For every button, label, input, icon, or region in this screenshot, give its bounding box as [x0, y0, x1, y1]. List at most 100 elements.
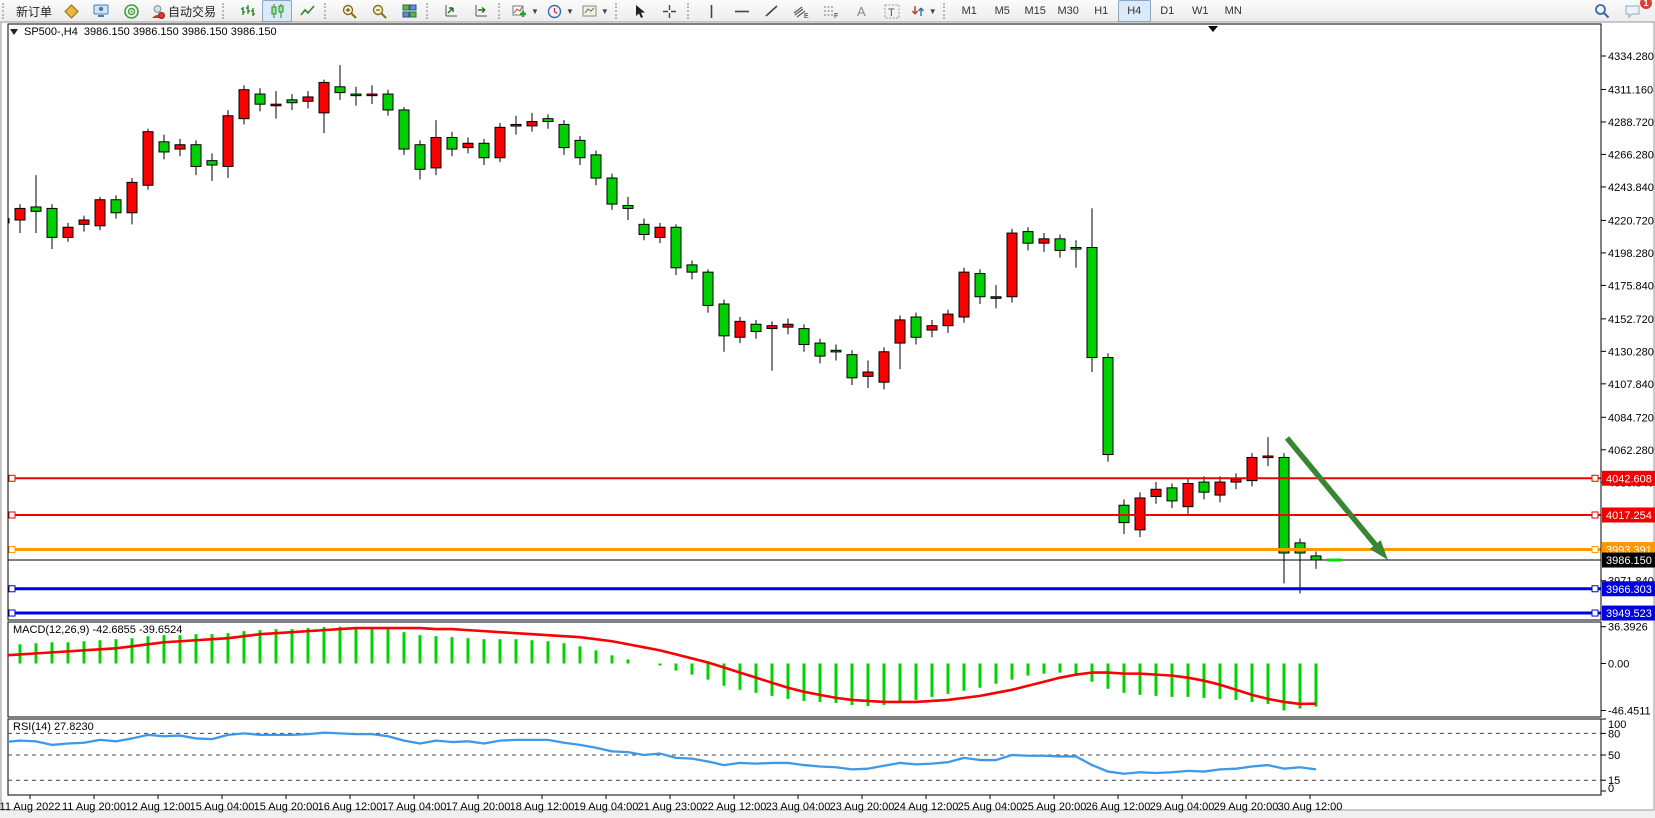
candle [895, 320, 905, 343]
svg-text:-46.4511: -46.4511 [1608, 705, 1651, 717]
candle [799, 329, 809, 345]
svg-text:4243.840: 4243.840 [1608, 182, 1654, 194]
date-label: 22 Aug 12:00 [702, 801, 767, 813]
candle [319, 82, 329, 112]
candle [287, 100, 297, 103]
svg-text:4266.280: 4266.280 [1608, 149, 1654, 161]
candle [1279, 457, 1289, 553]
candle [303, 97, 313, 101]
date-label: 25 Aug 20:00 [1022, 801, 1087, 813]
candle [1039, 239, 1049, 243]
candle [191, 145, 201, 167]
candle [991, 297, 1001, 299]
candle [527, 122, 537, 126]
last-price-dash [1327, 559, 1342, 562]
svg-text:4311.160: 4311.160 [1608, 84, 1653, 96]
date-label: 23 Aug 20:00 [830, 801, 895, 813]
candle [479, 143, 489, 157]
svg-text:3949.523: 3949.523 [1606, 608, 1652, 620]
svg-text:4062.280: 4062.280 [1608, 445, 1654, 457]
candle [79, 220, 89, 224]
candle [543, 119, 553, 122]
candle [431, 137, 441, 167]
svg-text:4084.720: 4084.720 [1608, 412, 1654, 424]
candle [1263, 456, 1273, 458]
date-label: 21 Aug 23:00 [638, 801, 703, 813]
date-label: 26 Aug 12:00 [1086, 801, 1151, 813]
svg-text:4107.840: 4107.840 [1608, 379, 1654, 391]
date-label: 25 Aug 04:00 [958, 801, 1023, 813]
candle [1215, 482, 1225, 495]
candle [1167, 488, 1177, 501]
candle [223, 116, 233, 167]
candle [463, 143, 473, 147]
candle [271, 104, 281, 106]
svg-text:4198.280: 4198.280 [1608, 248, 1654, 260]
candle [1135, 498, 1145, 530]
svg-text:80: 80 [1608, 728, 1620, 740]
date-label: 24 Aug 12:00 [894, 801, 959, 813]
date-label: 17 Aug 20:00 [446, 801, 511, 813]
candle [639, 224, 649, 234]
date-label: 17 Aug 04:00 [382, 801, 447, 813]
svg-text:4017.254: 4017.254 [1606, 510, 1652, 522]
date-label: 30 Aug 12:00 [1278, 801, 1343, 813]
candle [31, 207, 41, 211]
candle [767, 326, 777, 329]
candle [607, 178, 617, 204]
candle [1183, 484, 1193, 507]
candle [863, 372, 873, 376]
date-label: 23 Aug 04:00 [766, 801, 831, 813]
svg-text:3986.150: 3986.150 [1606, 555, 1652, 567]
candle [671, 227, 681, 268]
candle [815, 343, 825, 356]
candle [207, 161, 217, 165]
date-label: 11 Aug 2022 [0, 801, 60, 813]
chart-canvas[interactable]: 4334.2804311.1604288.7204266.2804243.840… [0, 0, 1655, 818]
svg-text:4130.280: 4130.280 [1608, 346, 1654, 358]
candle [1071, 248, 1081, 250]
date-label: 29 Aug 04:00 [1150, 801, 1215, 813]
candle [63, 227, 73, 237]
svg-text:36.3926: 36.3926 [1608, 622, 1648, 634]
date-label: 12 Aug 12:00 [126, 801, 191, 813]
svg-text:50: 50 [1608, 750, 1620, 762]
candle [335, 87, 345, 93]
candle [127, 182, 137, 212]
candle [399, 110, 409, 149]
candle [495, 127, 505, 157]
candle [1295, 543, 1305, 553]
candle [751, 324, 761, 331]
candle [847, 355, 857, 378]
svg-text:4220.720: 4220.720 [1608, 215, 1654, 227]
candle [95, 200, 105, 226]
candle [943, 314, 953, 326]
candle [511, 124, 521, 126]
svg-text:4175.840: 4175.840 [1608, 280, 1654, 292]
candle [1231, 479, 1241, 482]
svg-text:0.00: 0.00 [1608, 659, 1629, 671]
candle [351, 94, 361, 96]
candle [1055, 239, 1065, 251]
candle [15, 208, 25, 220]
candle [575, 140, 585, 157]
candle [367, 94, 377, 96]
chart-window [1, 22, 1654, 810]
candle [687, 265, 697, 272]
date-label: 15 Aug 20:00 [254, 801, 319, 813]
candle [239, 90, 249, 119]
candle [415, 145, 425, 170]
candle [1023, 232, 1033, 244]
date-label: 19 Aug 04:00 [574, 801, 639, 813]
candle [1311, 556, 1321, 560]
candle [383, 94, 393, 110]
candle [591, 155, 601, 178]
candle [175, 145, 185, 149]
candle [1007, 233, 1017, 297]
candle [1103, 358, 1113, 455]
candle [1247, 457, 1257, 480]
date-label: 29 Aug 20:00 [1214, 801, 1279, 813]
candle [623, 206, 633, 209]
candle [719, 304, 729, 336]
candle [927, 326, 937, 330]
